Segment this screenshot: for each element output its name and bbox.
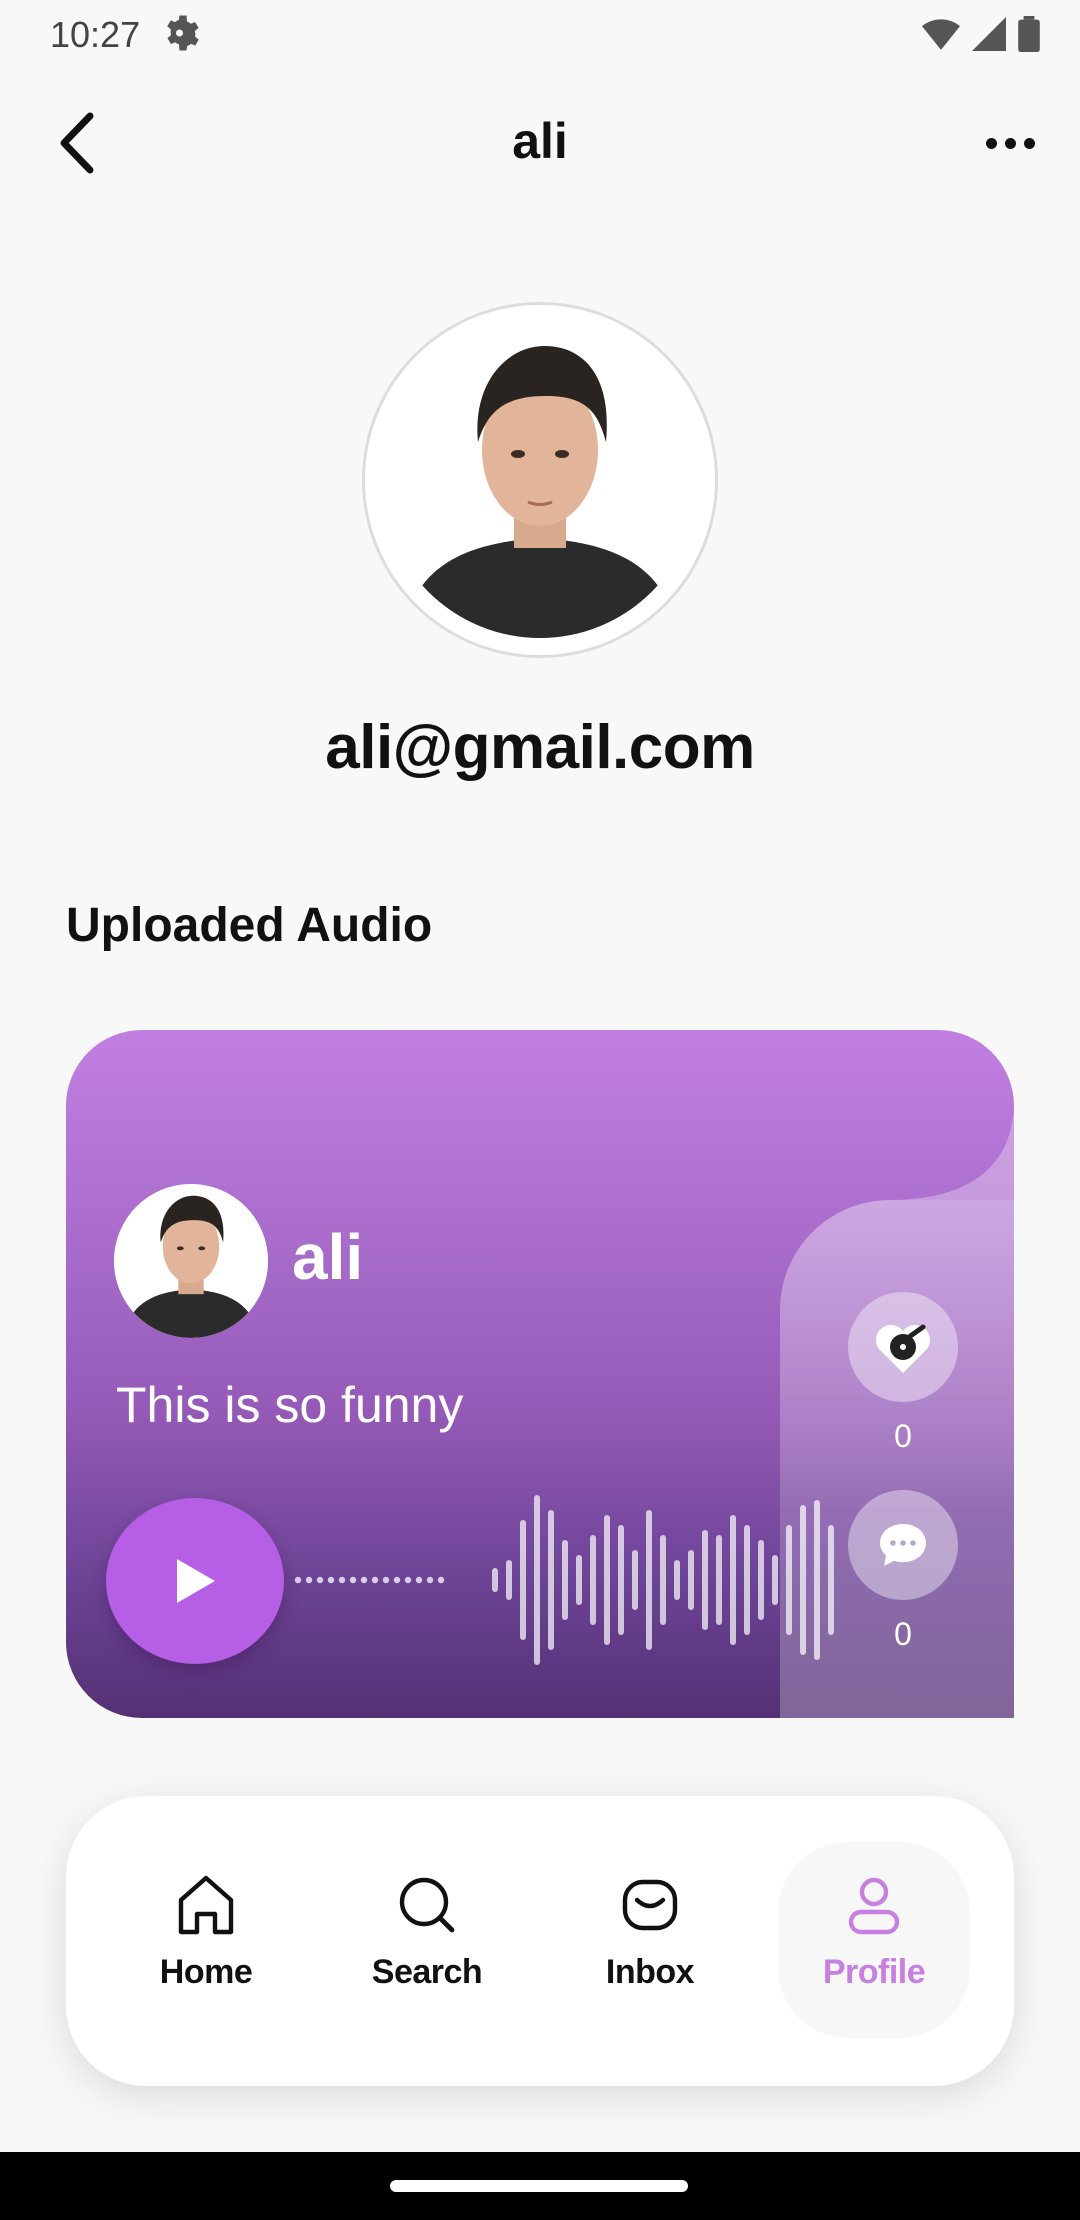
waveform-bar [730,1515,736,1645]
like-button[interactable] [848,1292,958,1402]
waveform-bar [562,1540,568,1620]
search-icon [399,1877,455,1933]
inbox-icon [622,1879,678,1931]
more-dot [985,137,997,149]
waveform-dot [316,1576,324,1584]
nav-label-home: Home [159,1953,253,1991]
nav-item-home[interactable]: Home [116,1870,296,2020]
waveform-bar [618,1525,624,1635]
waveform-bar [772,1555,778,1605]
home-gesture-pill[interactable] [390,2180,688,2192]
card-caption: This is so funny [116,1377,464,1433]
waveform-bar [702,1530,708,1630]
waveform-bar [828,1525,834,1635]
home-icon [178,1875,234,1935]
waveform-bar [492,1568,498,1592]
chat-bubble-icon [880,1524,926,1566]
status-icons [922,14,1040,54]
more-options-button[interactable] [980,118,1040,168]
like-count: 0 [894,1418,912,1454]
waveform-bar [716,1535,722,1625]
waveform-dot [305,1576,313,1584]
waveform-bar [688,1550,694,1610]
play-icon [177,1559,215,1603]
waveform-dot [404,1576,412,1584]
comment-count: 0 [894,1616,912,1652]
waveform-dot [426,1576,434,1584]
card-corner-curve [890,1030,1014,1200]
waveform-bar [674,1560,680,1600]
nav-item-profile[interactable]: Profile [784,1870,964,2020]
person-photo [382,322,698,638]
waveform-dot [393,1576,401,1584]
waveform-dot [294,1576,302,1584]
battery-icon [1018,16,1040,52]
heart-disc-icon [876,1324,930,1373]
nav-item-search[interactable]: Search [337,1870,517,2020]
waveform-bar [590,1535,596,1625]
waveform-dot [437,1576,445,1584]
nav-label-profile: Profile [822,1953,926,1991]
nav-label-inbox: Inbox [605,1953,695,1991]
more-dot [1023,137,1035,149]
waveform-bar [576,1555,582,1605]
waveform-dot [415,1576,423,1584]
waveform-bar [744,1525,750,1635]
wifi-icon [922,19,960,50]
settings-gear-icon [167,15,199,51]
more-dot [1004,137,1016,149]
status-time: 10:27 [50,14,141,55]
comment-button[interactable] [848,1490,958,1600]
waveform-bar [786,1525,792,1635]
waveform-bar [604,1515,610,1645]
waveform-bar [814,1500,820,1660]
waveform-bar [632,1550,638,1610]
waveform-bar [800,1505,806,1655]
waveform-bar [534,1495,540,1665]
cell-signal-icon [972,17,1006,51]
section-title: Uploaded Audio [66,899,433,952]
page-title: ali [512,113,568,169]
waveform-bar [646,1510,652,1650]
waveform-dot [338,1576,346,1584]
waveform-bar [548,1510,554,1650]
waveform-dot [360,1576,368,1584]
nav-label-search: Search [371,1953,483,1991]
profile-avatar[interactable] [382,322,698,638]
profile-icon [848,1877,900,1935]
waveform-dot [382,1576,390,1584]
waveform-dot [371,1576,379,1584]
waveform-bar [758,1540,764,1620]
waveform-bar [506,1560,512,1600]
waveform-bar [520,1520,526,1640]
profile-email: ali@gmail.com [325,713,755,782]
card-username: ali [292,1221,364,1293]
play-button[interactable] [106,1498,284,1664]
person-photo [114,1184,268,1338]
waveform-bar [660,1535,666,1625]
audio-waveform[interactable] [292,1488,842,1672]
nav-item-inbox[interactable]: Inbox [560,1870,740,2020]
waveform-dot [327,1576,335,1584]
card-avatar[interactable] [114,1184,268,1338]
waveform-dot [349,1576,357,1584]
